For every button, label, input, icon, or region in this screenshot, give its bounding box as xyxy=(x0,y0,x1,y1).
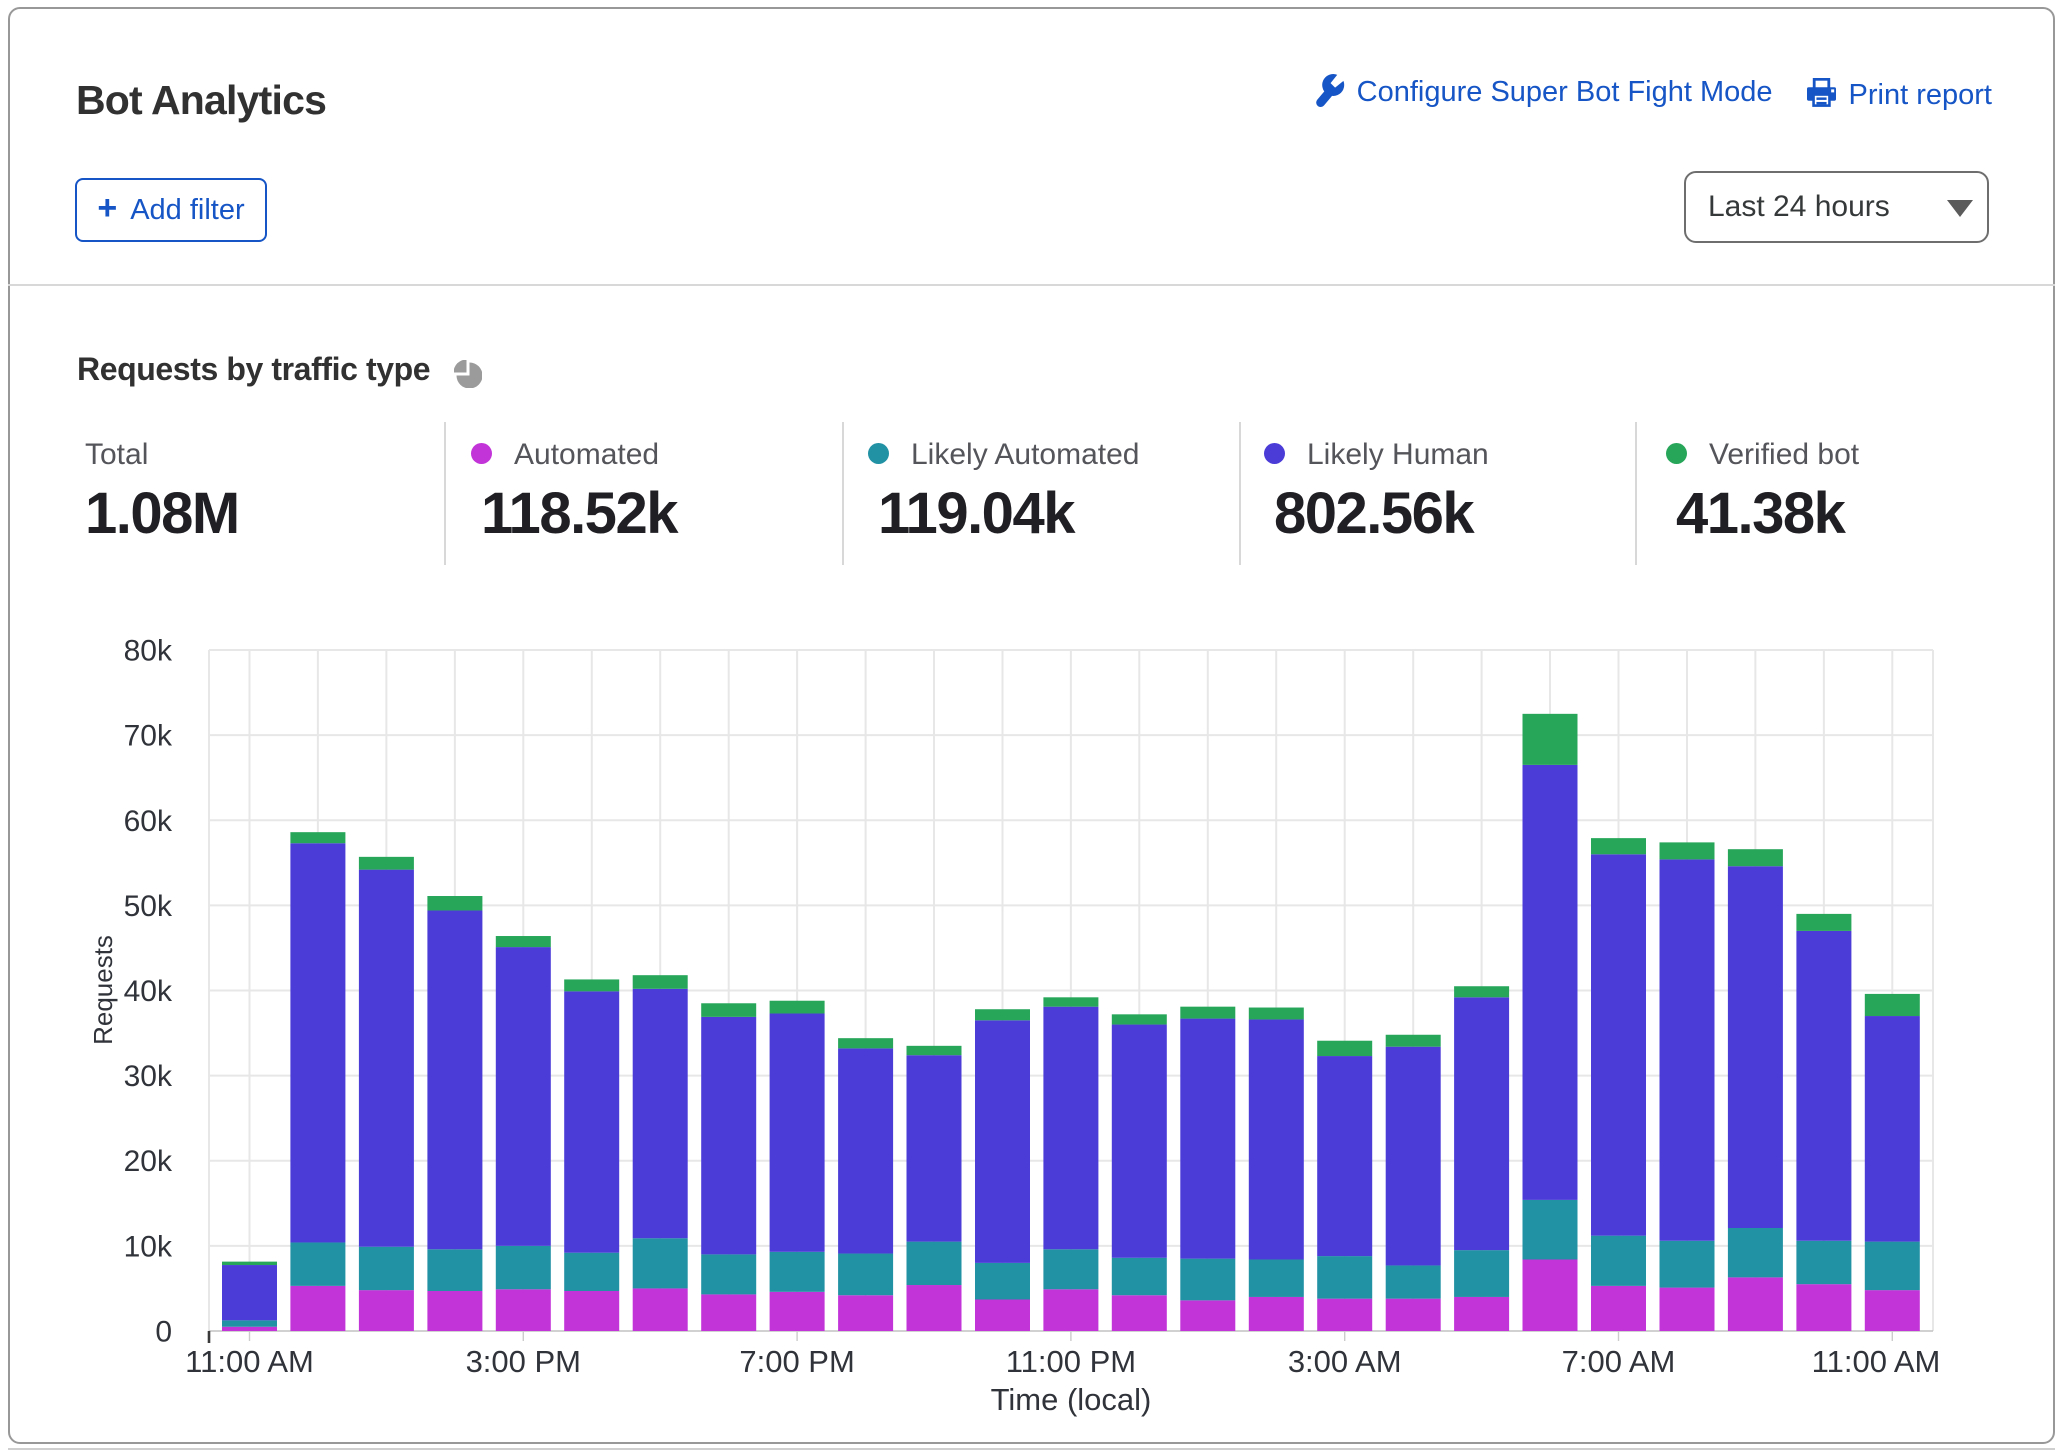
svg-text:20k: 20k xyxy=(124,1145,173,1178)
svg-text:60k: 60k xyxy=(124,805,173,838)
svg-text:3:00 AM: 3:00 AM xyxy=(1288,1344,1402,1379)
svg-text:3:00 PM: 3:00 PM xyxy=(466,1344,581,1379)
svg-text:0: 0 xyxy=(155,1316,172,1349)
svg-text:7:00 PM: 7:00 PM xyxy=(739,1344,854,1379)
svg-text:10k: 10k xyxy=(124,1230,173,1263)
svg-text:11:00 PM: 11:00 PM xyxy=(1006,1344,1136,1379)
svg-text:50k: 50k xyxy=(124,890,173,923)
svg-text:80k: 80k xyxy=(124,635,173,668)
svg-text:30k: 30k xyxy=(124,1060,173,1093)
svg-text:11:00 AM: 11:00 AM xyxy=(185,1344,314,1379)
svg-text:11:00 AM: 11:00 AM xyxy=(1812,1344,1941,1379)
svg-text:7:00 AM: 7:00 AM xyxy=(1562,1344,1676,1379)
svg-text:70k: 70k xyxy=(124,720,173,753)
svg-text:40k: 40k xyxy=(124,975,173,1008)
svg-text:Requests: Requests xyxy=(88,935,118,1045)
svg-text:Time (local): Time (local) xyxy=(991,1382,1152,1417)
